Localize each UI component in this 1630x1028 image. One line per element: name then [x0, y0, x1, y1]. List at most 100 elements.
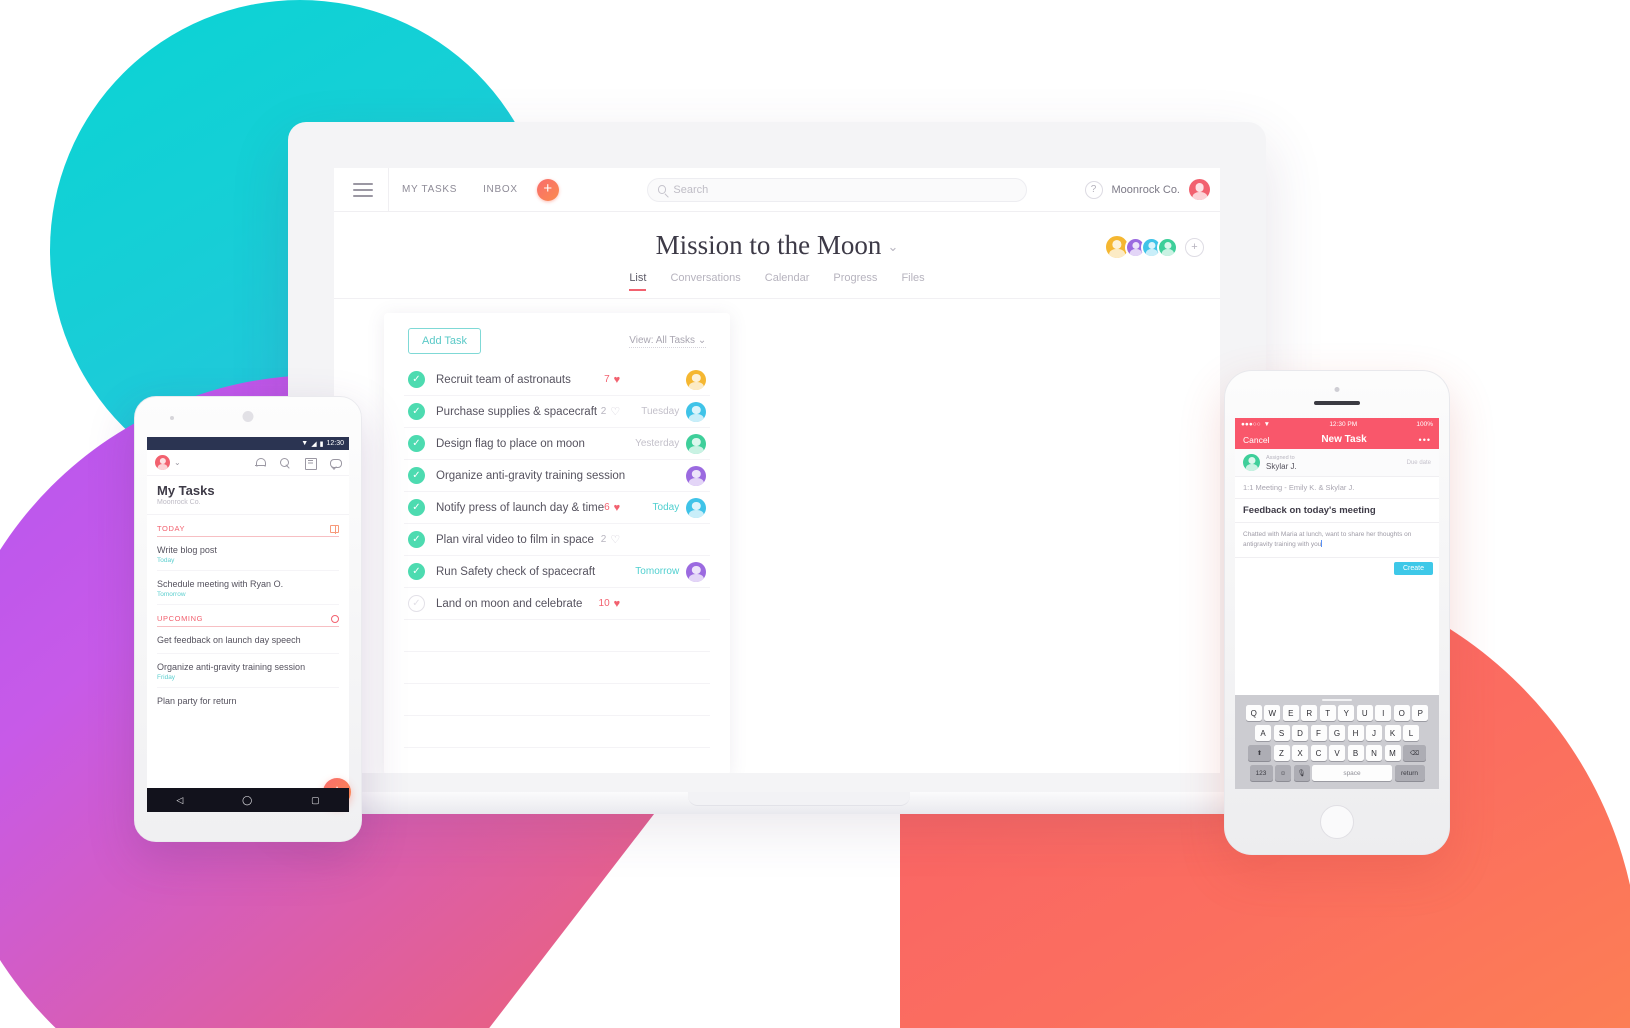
- key-r[interactable]: R: [1301, 705, 1318, 721]
- help-icon[interactable]: ?: [1084, 180, 1103, 199]
- tab-calendar[interactable]: Calendar: [765, 272, 810, 291]
- due-date-button[interactable]: Due date: [1407, 460, 1431, 466]
- task-due-date[interactable]: Tuesday: [627, 406, 679, 417]
- tab-list[interactable]: List: [629, 272, 647, 291]
- key-d[interactable]: D: [1292, 725, 1308, 741]
- shift-key[interactable]: ⬆: [1248, 745, 1271, 761]
- task-assignee-avatar[interactable]: [686, 497, 707, 518]
- emoji-key[interactable]: ☺: [1275, 765, 1291, 781]
- list-item[interactable]: Plan party for return: [157, 688, 339, 714]
- like-count[interactable]: 6 ♥: [604, 502, 620, 514]
- key-c[interactable]: C: [1310, 745, 1327, 761]
- avatar[interactable]: [155, 455, 170, 470]
- task-row[interactable]: ✓ Land on moon and celebrate 10 ♥: [404, 588, 711, 620]
- heart-icon[interactable]: ♥: [614, 374, 621, 386]
- key-f[interactable]: F: [1310, 725, 1327, 741]
- space-key[interactable]: space: [1312, 765, 1392, 781]
- bell-icon[interactable]: [254, 457, 266, 469]
- topnav-inbox[interactable]: INBOX: [470, 184, 531, 195]
- task-due-date[interactable]: Tomorrow: [627, 566, 679, 577]
- task-assignee-avatar[interactable]: [686, 433, 707, 454]
- key-n[interactable]: N: [1366, 745, 1382, 761]
- task-complete-checkbox-checked[interactable]: ✓: [408, 531, 425, 548]
- task-assignee-avatar[interactable]: [686, 465, 707, 486]
- key-g[interactable]: G: [1329, 725, 1345, 741]
- return-key[interactable]: return: [1394, 765, 1425, 781]
- cancel-button[interactable]: Cancel: [1243, 435, 1269, 445]
- heart-icon[interactable]: ♡: [610, 533, 620, 546]
- list-item[interactable]: Organize anti-gravity training session F…: [157, 654, 339, 688]
- key-m[interactable]: M: [1384, 745, 1401, 761]
- key-a[interactable]: A: [1255, 725, 1271, 741]
- topnav-my-tasks[interactable]: MY TASKS: [389, 184, 470, 195]
- chevron-down-icon[interactable]: ⌄: [174, 458, 181, 467]
- key-k[interactable]: K: [1384, 725, 1401, 741]
- task-row[interactable]: ✓ Design flag to place on moon Yesterday: [404, 428, 711, 460]
- key-w[interactable]: W: [1264, 705, 1281, 721]
- like-count[interactable]: 7 ♥: [604, 374, 620, 386]
- task-assignee-avatar[interactable]: [686, 369, 707, 390]
- back-icon[interactable]: ◁: [176, 795, 183, 806]
- search-input[interactable]: [673, 183, 1016, 196]
- key-j[interactable]: J: [1366, 725, 1382, 741]
- list-item[interactable]: Write blog post Today: [157, 537, 339, 571]
- task-complete-checkbox-checked[interactable]: ✓: [408, 371, 425, 388]
- key-e[interactable]: E: [1282, 705, 1299, 721]
- key-u[interactable]: U: [1356, 705, 1373, 721]
- user-avatar[interactable]: [1189, 179, 1210, 200]
- task-complete-checkbox-checked[interactable]: ✓: [408, 499, 425, 516]
- notes-field[interactable]: Chatted with Maria at lunch, want to sha…: [1235, 523, 1439, 559]
- key-p[interactable]: P: [1412, 705, 1429, 721]
- task-complete-checkbox-checked[interactable]: ✓: [408, 467, 425, 484]
- key-t[interactable]: T: [1319, 705, 1336, 721]
- home-button[interactable]: [1320, 805, 1354, 839]
- key-x[interactable]: X: [1292, 745, 1308, 761]
- more-options-icon[interactable]: •••: [1419, 435, 1431, 445]
- key-s[interactable]: S: [1273, 725, 1290, 741]
- circle-icon[interactable]: [331, 614, 339, 623]
- key-v[interactable]: V: [1329, 745, 1345, 761]
- task-complete-checkbox[interactable]: ✓: [408, 595, 425, 612]
- hamburger-icon[interactable]: [342, 182, 382, 197]
- task-row[interactable]: ✓ Plan viral video to film in space 2 ♡: [404, 524, 711, 556]
- tab-conversations[interactable]: Conversations: [670, 272, 740, 291]
- task-due-date[interactable]: Today: [627, 502, 680, 513]
- quick-add-button[interactable]: +: [536, 178, 559, 201]
- key-b[interactable]: B: [1347, 745, 1364, 761]
- search-box[interactable]: [646, 177, 1027, 202]
- gift-icon[interactable]: [330, 524, 339, 534]
- task-row[interactable]: ✓ Organize anti-gravity training session: [404, 460, 711, 492]
- task-row[interactable]: ✓ Notify press of launch day & time 6 ♥ Toda…: [404, 492, 711, 524]
- key-h[interactable]: H: [1347, 725, 1364, 741]
- chevron-down-icon[interactable]: ⌄: [887, 239, 898, 254]
- project-line-field[interactable]: 1:1 Meeting - Emily K. & Skylar J.: [1235, 477, 1439, 499]
- task-assignee-avatar[interactable]: [686, 561, 707, 582]
- view-filter-dropdown[interactable]: View: All Tasks ⌄: [629, 335, 707, 348]
- task-complete-checkbox-checked[interactable]: ✓: [408, 403, 425, 420]
- home-icon[interactable]: ◯: [242, 795, 252, 806]
- heart-icon[interactable]: ♡: [610, 405, 620, 418]
- key-o[interactable]: O: [1393, 705, 1410, 721]
- task-assignee-avatar[interactable]: [686, 401, 707, 422]
- like-count[interactable]: 2 ♡: [601, 405, 620, 418]
- add-member-button[interactable]: +: [1185, 237, 1204, 257]
- avatar[interactable]: [1243, 454, 1260, 471]
- list-item[interactable]: Get feedback on launch day speech: [157, 627, 339, 654]
- add-task-button[interactable]: Add Task: [408, 328, 482, 354]
- heart-icon[interactable]: ♥: [614, 598, 621, 610]
- like-count[interactable]: 10 ♥: [599, 598, 621, 610]
- keyboard-grip[interactable]: [1322, 699, 1352, 701]
- member-avatar[interactable]: [1157, 236, 1178, 258]
- task-name-field[interactable]: Feedback on today's meeting: [1235, 499, 1439, 523]
- key-i[interactable]: I: [1375, 705, 1392, 721]
- task-complete-checkbox-checked[interactable]: ✓: [408, 435, 425, 452]
- list-item[interactable]: Schedule meeting with Ryan O. Tomorrow: [157, 571, 339, 605]
- tab-files[interactable]: Files: [901, 272, 924, 291]
- heart-icon[interactable]: ♥: [614, 502, 621, 514]
- tab-progress[interactable]: Progress: [833, 272, 877, 291]
- search-icon[interactable]: [279, 457, 291, 469]
- chat-icon[interactable]: [329, 457, 342, 469]
- like-count[interactable]: 2 ♡: [601, 533, 620, 546]
- task-row[interactable]: ✓ Recruit team of astronauts 7 ♥: [404, 364, 711, 396]
- key-z[interactable]: Z: [1273, 745, 1290, 761]
